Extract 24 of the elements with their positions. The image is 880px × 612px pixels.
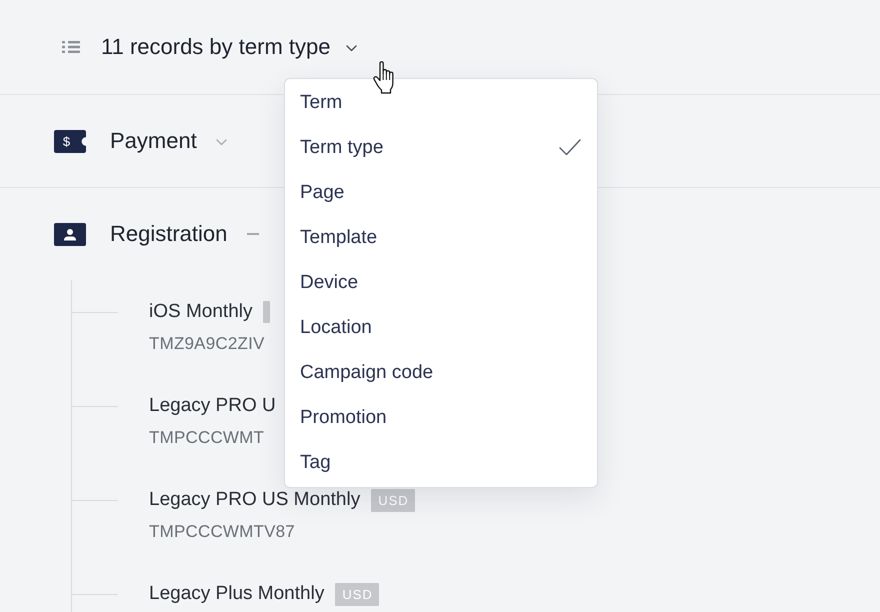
- menu-option[interactable]: Page: [285, 170, 597, 215]
- menu-option[interactable]: Tag: [285, 440, 597, 485]
- menu-option[interactable]: Promotion: [285, 395, 597, 440]
- currency-badge: USD: [335, 582, 379, 606]
- plan-name[interactable]: Legacy Plus Monthly: [149, 582, 324, 606]
- list-icon: [62, 40, 80, 54]
- ticket-icon: $: [54, 130, 86, 152]
- plan-code: TMZ9A9C2ZIV: [149, 333, 266, 355]
- currency-badge: USD: [371, 488, 415, 512]
- plan-name[interactable]: Legacy PRO U: [149, 394, 276, 418]
- menu-option[interactable]: Campaign code: [285, 350, 597, 395]
- plan-code: TMPCCCWMT: [149, 427, 266, 449]
- chevron-down-icon: [346, 45, 358, 52]
- group-by-button[interactable]: 11 records by term type: [101, 34, 358, 60]
- plan-code: TMPCCCWMTV87: [149, 521, 296, 543]
- plan-name[interactable]: Legacy PRO US Monthly: [149, 488, 360, 512]
- menu-option[interactable]: Device: [285, 260, 597, 305]
- person-icon: [54, 222, 86, 246]
- badge-edge: [263, 301, 270, 323]
- plan-name[interactable]: iOS Monthly: [149, 300, 252, 324]
- menu-option[interactable]: Term type: [285, 125, 597, 170]
- menu-option[interactable]: Location: [285, 305, 597, 350]
- menu-option[interactable]: Term: [285, 80, 597, 125]
- menu-option[interactable]: Template: [285, 215, 597, 260]
